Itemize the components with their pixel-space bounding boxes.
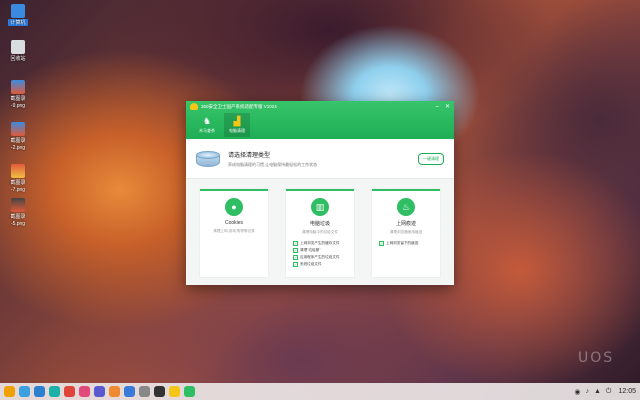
files-icon[interactable]	[34, 386, 45, 397]
desktop-icon-label: -7.png	[10, 187, 26, 193]
desktop-icon-label: 回收站	[10, 56, 26, 62]
card-cookies[interactable]: ● Cookies 清理上网,游戏,购物等记录	[200, 189, 268, 277]
check-icon: ✓	[293, 261, 298, 267]
title-bar[interactable]: 360安全卫士国产系统适配专版 V1024 – ✕	[186, 101, 454, 112]
desktop-icon-label: 截图录	[10, 214, 26, 220]
card-browsing-traces[interactable]: ♨ 上网痕迹 清理浏览器使用痕迹 ✓ 上网浏览留下的痕迹	[372, 189, 440, 277]
horse-icon: ♞	[202, 116, 212, 126]
card-desc: 清理上网,游戏,购物等记录	[213, 229, 255, 233]
volume-icon[interactable]: ♪	[585, 388, 589, 395]
image-icon	[11, 198, 25, 212]
window-title: 360安全卫士国产系统适配专版 V1024	[201, 103, 277, 109]
banner-subtitle: 养成电脑清理的习惯,让电脑保持最轻松的工作状态	[228, 161, 318, 167]
banner-title: 请选择清理类型	[228, 152, 271, 159]
trace-options: ✓ 上网浏览留下的痕迹	[372, 241, 440, 248]
app-window: 360安全卫士国产系统适配专版 V1024 – ✕ ♞ 木马查杀 ▟ 电脑清理 …	[186, 101, 454, 285]
cleaner-drum-icon	[196, 149, 220, 169]
checkbox-recycle-bin[interactable]: ✓ 清理"垃圾篓"	[293, 248, 354, 253]
cleanup-cards: ● Cookies 清理上网,游戏,购物等记录 ▥ 电脑垃圾 清理电脑中的垃圾文…	[186, 179, 454, 277]
notification-icon[interactable]: ▲	[594, 388, 601, 395]
checkbox-app-junk[interactable]: ✓ 应用程序产生的垃圾文件	[293, 255, 354, 260]
multitask-icon[interactable]	[19, 386, 30, 397]
tab-bar: ♞ 木马查杀 ▟ 电脑清理	[186, 113, 454, 137]
checkbox-label: 应用程序产生的垃圾文件	[300, 255, 340, 259]
mail-icon[interactable]	[124, 386, 135, 397]
trash-icon	[11, 40, 25, 54]
card-title: Cookies	[224, 220, 244, 226]
junk-options: ✓ 上网浏览产生的缓存文件 ✓ 清理"垃圾篓" ✓ 应用程序产生的垃圾文件 ✓ 系统垃圾…	[286, 241, 354, 269]
card-title: 上网痕迹	[395, 221, 416, 227]
desktop-icon-screenshot-5[interactable]: 截图录 -5.png	[4, 198, 32, 227]
trash-bin-icon[interactable]: ▥	[311, 198, 329, 216]
desktop-icon-trash[interactable]: 回收站	[4, 40, 32, 62]
desktop-icon-screenshot-2[interactable]: 截图录 -2.png	[4, 122, 32, 151]
power-icon[interactable]: ⏻	[606, 388, 612, 396]
tab-trojan-scan[interactable]: ♞ 木马查杀	[194, 113, 220, 137]
tab-pc-cleanup[interactable]: ▟ 电脑清理	[224, 113, 250, 137]
desktop-icon-label: -5.png	[10, 221, 26, 227]
checkbox-label: 清理"垃圾篓"	[300, 248, 321, 252]
footprint-icon[interactable]: ♨	[397, 198, 415, 216]
browser-icon[interactable]	[49, 386, 60, 397]
desktop-icon-label: 截图录	[10, 180, 26, 186]
desktop-icon-label: 计算机	[8, 19, 28, 26]
desktop-icon-computer[interactable]: 计算机	[4, 4, 32, 26]
check-icon: ✓	[293, 240, 298, 246]
image-icon	[11, 122, 25, 136]
check-icon: ✓	[379, 240, 384, 246]
broom-icon: ▟	[233, 116, 241, 126]
checkbox-label: 系统垃圾文件	[300, 262, 322, 266]
security-icon[interactable]	[184, 386, 195, 397]
card-title: 电脑垃圾	[309, 221, 330, 227]
app-logo-icon	[190, 103, 198, 110]
card-desc: 清理电脑中的垃圾文件	[302, 230, 338, 234]
store-icon[interactable]	[64, 386, 75, 397]
card-desc: 清理浏览器使用痕迹	[389, 230, 423, 234]
tab-label: 木马查杀	[199, 128, 215, 133]
close-icon[interactable]: ✕	[445, 104, 450, 110]
cookie-icon[interactable]: ●	[225, 198, 243, 216]
computer-icon	[11, 4, 25, 18]
uos-watermark: UOS	[578, 350, 615, 366]
checkbox-browsing-traces[interactable]: ✓ 上网浏览留下的痕迹	[379, 241, 440, 246]
checkbox-label: 上网浏览产生的缓存文件	[300, 241, 340, 245]
clock[interactable]: 12:05	[618, 388, 636, 395]
image-icon	[11, 80, 25, 94]
app-360-icon[interactable]	[169, 386, 180, 397]
music-icon[interactable]	[79, 386, 90, 397]
one-click-clean-button[interactable]: 一键清理	[418, 152, 444, 165]
checkbox-system-junk[interactable]: ✓ 系统垃圾文件	[293, 262, 354, 267]
app-header: 360安全卫士国产系统适配专版 V1024 – ✕ ♞ 木马查杀 ▟ 电脑清理	[186, 101, 454, 139]
desktop-icon-screenshot-7[interactable]: 截图录 -7.png	[4, 164, 32, 193]
desktop-icon-screenshot-9[interactable]: 截图录 -9.png	[4, 80, 32, 109]
checkbox-browser-cache[interactable]: ✓ 上网浏览产生的缓存文件	[293, 241, 354, 246]
minimize-icon[interactable]: –	[436, 104, 439, 110]
taskbar: ◉ ♪ ▲ ⏻ 12:05	[0, 383, 640, 400]
cleanup-banner: 请选择清理类型 养成电脑清理的习惯,让电脑保持最轻松的工作状态 一键清理	[186, 139, 454, 179]
checkbox-label: 上网浏览留下的痕迹	[386, 241, 419, 245]
settings-icon[interactable]	[139, 386, 150, 397]
card-pc-junk[interactable]: ▥ 电脑垃圾 清理电脑中的垃圾文件 ✓ 上网浏览产生的缓存文件 ✓ 清理"垃圾篓" …	[286, 189, 354, 277]
check-icon: ✓	[293, 254, 298, 260]
desktop-icon-label: -9.png	[10, 103, 26, 109]
network-icon[interactable]: ◉	[574, 388, 580, 396]
check-icon: ✓	[293, 247, 298, 253]
terminal-icon[interactable]	[154, 386, 165, 397]
launcher-icon[interactable]	[4, 386, 15, 397]
taskbar-apps	[4, 386, 195, 397]
desktop-icon-label: -2.png	[10, 145, 26, 151]
photos-icon[interactable]	[109, 386, 120, 397]
image-icon	[11, 164, 25, 178]
video-icon[interactable]	[94, 386, 105, 397]
desktop-icon-label: 截图录	[10, 96, 26, 102]
tab-label: 电脑清理	[229, 128, 245, 133]
desktop-icon-label: 截图录	[10, 138, 26, 144]
